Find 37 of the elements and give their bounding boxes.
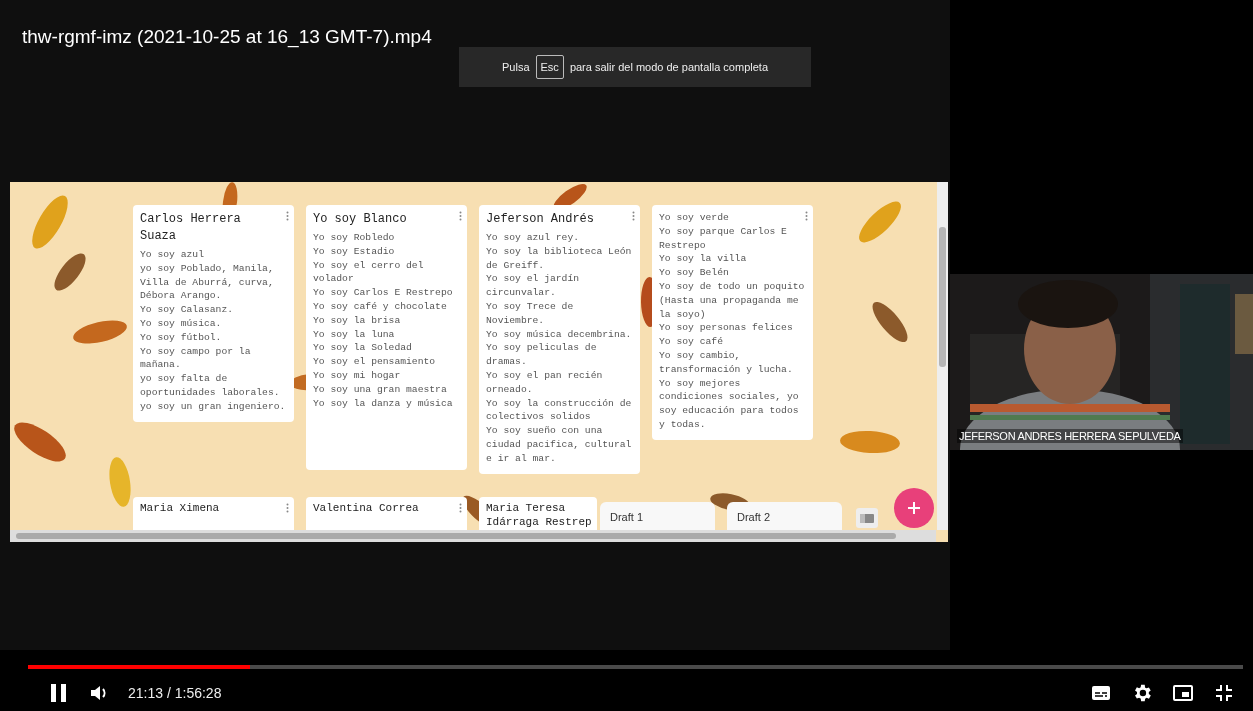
card-text: Yo soy verde Yo soy parque Carlos E Restrepo Yo soy la villa Yo soy Belén Yo soy de todo un poquito (Hasta una propaganda me la soyo) Yo soy personas felices Yo soy café Yo soy cambio, transformación y lucha. Yo soy mejores condiciones sociales, yo soy educación para todos y todas. (659, 211, 806, 432)
video-title: thw-rgmf-imz (2021-10-25 at 16_13 GMT-7).mp4 (22, 26, 432, 48)
note-card[interactable] (133, 205, 294, 422)
card-text: Yo soy azul yo soy Poblado, Manila, Villa de Aburrá, curva, Débora Arango. Yo soy Calasanz. Yo soy música. Yo soy fútbol. Yo soy campo por la mañana. yo soy falta de oportunidades laborales. yo soy un gran ingeniero. (140, 248, 287, 414)
draft-tab[interactable]: Draft 1 (600, 502, 715, 530)
key-cap: Esc (535, 55, 564, 79)
time-display: 21:13 / 1:56:28 (128, 685, 222, 701)
panel-icon[interactable] (856, 508, 878, 528)
more-icon[interactable] (286, 211, 289, 221)
add-button[interactable] (894, 488, 934, 528)
card-title: Valentina Correa (313, 501, 420, 515)
card-title: Yo soy Blanco (313, 211, 408, 228)
more-icon[interactable] (805, 211, 808, 221)
note-card[interactable] (479, 205, 640, 474)
card-title: Maria Teresa Idárraga Restrep (486, 501, 590, 529)
card-title: Jeferson Andrés (486, 211, 596, 228)
hint-text: Pulsa (502, 61, 530, 73)
more-icon[interactable] (632, 211, 635, 221)
progress-bar[interactable] (28, 665, 1243, 669)
note-card[interactable]: Maria Teresa Idárraga Restrep (479, 497, 597, 530)
horizontal-scrollbar[interactable] (10, 530, 936, 542)
card-text: Yo soy Robledo Yo soy Estadio Yo soy el cerro del volador Yo soy Carlos E Restrepo Yo soy café y chocolate Yo soy la brisa Yo soy la luna Yo soy la Soledad Yo soy el pensamiento Yo soy mi hogar Yo soy una gran maestra Yo soy la danza y música (313, 231, 454, 411)
card-text: Yo soy azul rey. Yo soy la biblioteca León de Greiff. Yo soy el jardín circunvalar. Yo soy Trece de Noviembre. Yo soy música decembrina. Yo soy peliculas de dramas. Yo soy el pan recién orneado. Yo soy la construcción de colectivos solidos Yo soy sueño con una ciudad pacifica, cultural e ir al mar. (486, 231, 633, 466)
vertical-scrollbar[interactable] (937, 182, 948, 530)
more-icon[interactable] (459, 503, 462, 513)
exit-fullscreen-icon[interactable] (1213, 682, 1235, 704)
participant-name: JEFERSON ANDRES HERRERA SEPULVEDA (957, 429, 1183, 443)
card-title: Maria Ximena (140, 501, 221, 515)
more-icon[interactable] (459, 211, 462, 221)
note-card[interactable]: Maria Ximena (133, 497, 294, 530)
more-icon[interactable] (286, 503, 289, 513)
miniplayer-icon[interactable] (1172, 682, 1194, 704)
note-card[interactable] (306, 205, 467, 470)
hint-text: para salir del modo de pantalla completa (569, 61, 768, 73)
note-card[interactable]: Valentina Correa (306, 497, 467, 530)
draft-tab[interactable]: Draft 2 (727, 502, 842, 530)
card-title: Carlos Herrera Suaza (140, 211, 242, 245)
